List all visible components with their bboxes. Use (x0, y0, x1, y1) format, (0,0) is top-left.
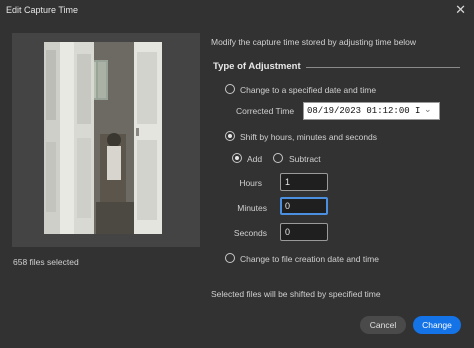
section-title: Type of Adjustment (213, 61, 301, 72)
file-creation-radio[interactable] (225, 253, 235, 263)
minutes-input[interactable]: 0 (280, 197, 328, 215)
dialog-title: Edit Capture Time (6, 5, 79, 15)
cancel-button[interactable]: Cancel (360, 316, 406, 334)
description-text: Modify the capture time stored by adjust… (211, 37, 417, 47)
specified-date-radio[interactable] (225, 84, 235, 94)
seconds-label: Seconds (233, 228, 267, 238)
hours-input[interactable]: 1 (280, 173, 328, 191)
shift-radio[interactable] (225, 131, 235, 141)
specified-date-label[interactable]: Change to a specified date and time (240, 85, 376, 95)
corrected-time-field[interactable]: 08/19/2023 01:12:00 I (303, 102, 440, 120)
shift-label[interactable]: Shift by hours, minutes and seconds (240, 132, 377, 142)
close-icon[interactable]: ✕ (455, 3, 466, 16)
add-radio[interactable] (232, 153, 242, 163)
files-selected-count: 658 files selected (13, 257, 79, 267)
shift-note: Selected files will be shifted by specif… (211, 289, 381, 299)
title-bar: Edit Capture Time ✕ (0, 0, 474, 22)
subtract-label[interactable]: Subtract (289, 154, 321, 164)
corrected-time-label: Corrected Time (236, 106, 295, 116)
seconds-input[interactable]: 0 (280, 223, 328, 241)
subtract-radio[interactable] (273, 153, 283, 163)
file-creation-label[interactable]: Change to file creation date and time (240, 254, 379, 264)
minutes-label: Minutes (237, 203, 267, 213)
section-divider (306, 67, 460, 68)
photo-thumbnail (44, 42, 162, 234)
chevron-down-icon[interactable]: ⌄ (424, 104, 432, 115)
add-label[interactable]: Add (247, 154, 262, 164)
change-button[interactable]: Change (413, 316, 461, 334)
hours-label: Hours (239, 178, 262, 188)
